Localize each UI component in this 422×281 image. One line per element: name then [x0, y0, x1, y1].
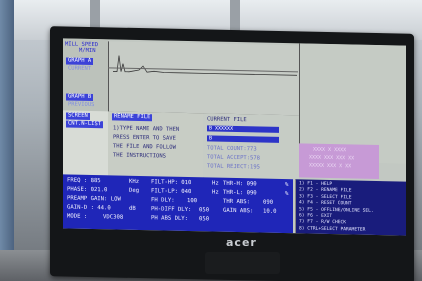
- signal-trace: [113, 55, 297, 76]
- ph-abs-dly-label: PH ABS DLY:: [151, 215, 189, 223]
- instruction-line: THE FILE AND FOLLOW: [113, 143, 176, 151]
- monitor-stand: [205, 252, 280, 274]
- instruction-line: PRESS ENTER TO SAVE: [113, 134, 176, 142]
- thr-h-unit: %: [285, 182, 289, 189]
- fkey-select-parameter[interactable]: 8) CTRL+SELECT PARAMETER: [299, 226, 365, 234]
- fh-dly-label: FH DLY:: [151, 197, 175, 204]
- gain-d-unit: dB: [129, 205, 136, 212]
- fh-dly-value[interactable]: 100: [187, 197, 197, 206]
- mode-value[interactable]: VDC308: [103, 213, 123, 222]
- gain-abs-label: GAIN ABS:: [223, 207, 254, 215]
- instruction-line: THE INSTRUCTIONS: [113, 152, 166, 160]
- brand-logo: acer: [226, 236, 257, 249]
- ph-diff-dly-value[interactable]: 050: [199, 206, 209, 215]
- status-line: XXXXX XXX X XX: [309, 162, 352, 170]
- wall: [0, 0, 14, 281]
- status-line: XXXX XXX XXX XX: [309, 154, 355, 162]
- monitor-screen: MILL SPEED M/MIN GRAPH A CURRENT GRAPH B…: [63, 38, 406, 236]
- ph-abs-dly-value[interactable]: 050: [199, 215, 209, 224]
- photo-scene: acer MILL SPEED M/MIN GRAPH A CURRENT GR…: [0, 0, 422, 281]
- phase-unit: Deg: [129, 187, 140, 195]
- current-file-title: CURRENT FILE: [207, 116, 247, 124]
- thr-abs-value[interactable]: 090: [263, 199, 273, 208]
- status-line: XXXX X XXXX: [313, 146, 347, 154]
- total-accept: TOTAL ACCEPT:578: [207, 154, 260, 162]
- count-list-button[interactable]: CNT.N-LIST: [66, 120, 104, 129]
- instruction-line: 1)TYPE NAME AND THEN: [113, 125, 180, 133]
- rename-file-title: RENAME FILE: [112, 113, 153, 122]
- total-count: TOTAL COUNT:773: [207, 145, 257, 153]
- mill-speed-unit: M/MIN: [79, 47, 96, 55]
- freq-unit: KHz: [129, 178, 140, 186]
- screen-button[interactable]: SCREEN: [66, 112, 90, 120]
- graph-a-button[interactable]: GRAPH A: [66, 57, 94, 66]
- thr-l-unit: %: [285, 191, 289, 198]
- filt-hp-unit: Hz: [212, 180, 219, 187]
- filt-lp-unit: Hz: [212, 189, 219, 196]
- gain-abs-value[interactable]: 10.0: [263, 208, 276, 217]
- previous-label: PREVIOUS: [68, 101, 95, 109]
- mode-label: MODE :: [67, 213, 88, 220]
- signal-plot: [108, 41, 299, 117]
- graph-b-button[interactable]: GRAPH B: [66, 93, 94, 102]
- total-reject: TOTAL REJECT:195: [207, 163, 260, 171]
- current-label: CURRENT: [68, 65, 92, 72]
